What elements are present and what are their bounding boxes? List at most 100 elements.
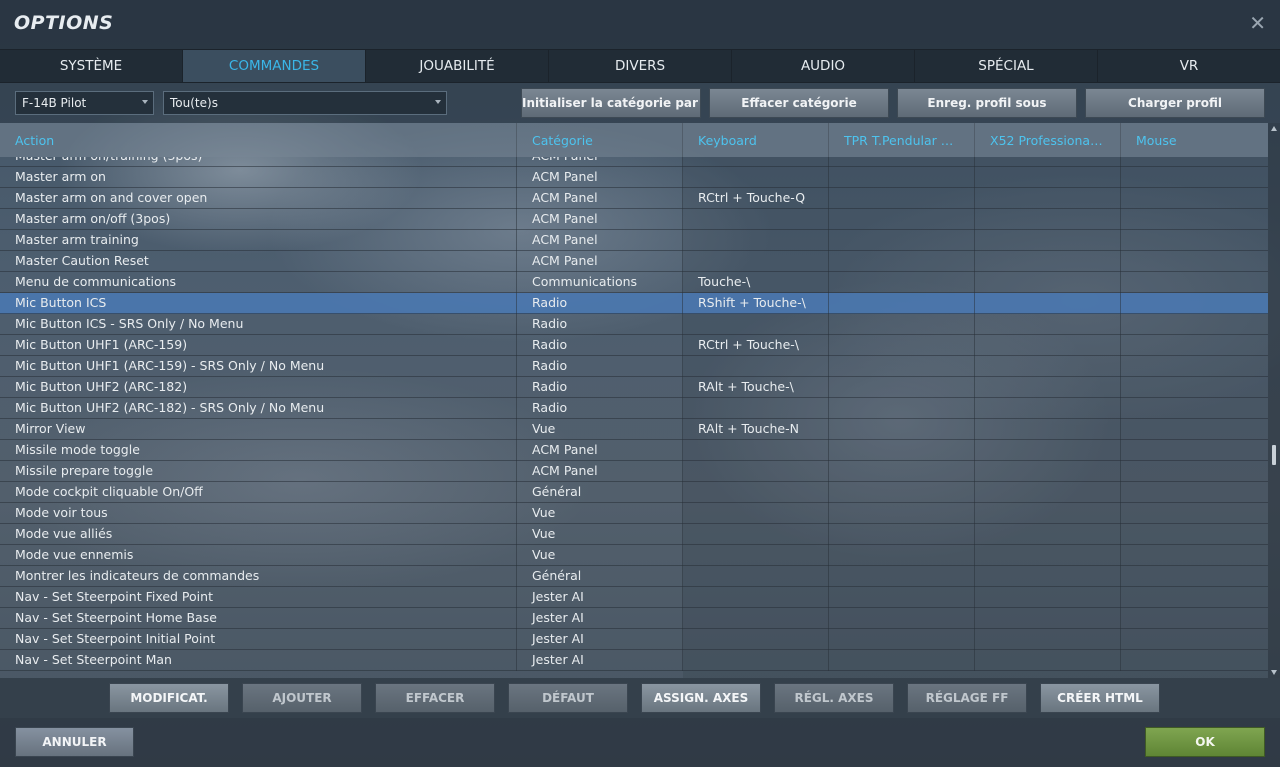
- rudder-cell[interactable]: [829, 356, 975, 377]
- table-row[interactable]: Mic Button UHF1 (ARC-159) Radio RCtrl + To…: [0, 335, 1268, 356]
- column-header-category[interactable]: Catégorie: [517, 123, 683, 157]
- rudder-cell[interactable]: [829, 440, 975, 461]
- category-cell[interactable]: ACM Panel: [517, 188, 683, 209]
- rudder-cell[interactable]: [829, 545, 975, 566]
- tab-audio[interactable]: AUDIO: [732, 50, 915, 82]
- action-cell[interactable]: Nav - Set Steerpoint Fixed Point: [0, 587, 517, 608]
- table-row[interactable]: Mode voir tous Vue: [0, 503, 1268, 524]
- rudder-cell[interactable]: [829, 335, 975, 356]
- action-cell[interactable]: Missile mode toggle: [0, 440, 517, 461]
- x52-cell[interactable]: [975, 566, 1121, 587]
- action-cell[interactable]: Master arm on/off (3pos): [0, 209, 517, 230]
- category-cell[interactable]: Radio: [517, 398, 683, 419]
- rudder-cell[interactable]: [829, 272, 975, 293]
- x52-cell[interactable]: [975, 251, 1121, 272]
- close-icon[interactable]: ✕: [1249, 12, 1266, 34]
- mouse-cell[interactable]: [1121, 377, 1268, 398]
- action-cell[interactable]: Mic Button UHF2 (ARC-182) - SRS Only / N…: [0, 398, 517, 419]
- mouse-cell[interactable]: [1121, 524, 1268, 545]
- table-row[interactable]: Mode vue ennemis Vue: [0, 545, 1268, 566]
- mouse-cell[interactable]: [1121, 356, 1268, 377]
- keyboard-cell[interactable]: RAlt + Touche-N: [683, 419, 829, 440]
- axis-tune-button[interactable]: RÉGL. AXES: [774, 683, 894, 713]
- tab-jouabilite[interactable]: JOUABILITÉ: [366, 50, 549, 82]
- category-cell[interactable]: ACM Panel: [517, 251, 683, 272]
- action-cell[interactable]: Master arm on/training (3pos): [0, 157, 517, 167]
- scroll-thumb[interactable]: [1272, 445, 1276, 465]
- keyboard-cell[interactable]: [683, 230, 829, 251]
- category-cell[interactable]: Général: [517, 482, 683, 503]
- rudder-cell[interactable]: [829, 629, 975, 650]
- modify-button[interactable]: MODIFICAT.: [109, 683, 229, 713]
- category-select[interactable]: Tou(te)s: [163, 91, 447, 115]
- keyboard-cell[interactable]: RCtrl + Touche-Q: [683, 188, 829, 209]
- keyboard-cell[interactable]: [683, 545, 829, 566]
- mouse-cell[interactable]: [1121, 566, 1268, 587]
- column-header-x52[interactable]: X52 Professional H....: [975, 123, 1121, 157]
- category-cell[interactable]: Jester AI: [517, 587, 683, 608]
- category-cell[interactable]: Radio: [517, 314, 683, 335]
- keyboard-cell[interactable]: [683, 461, 829, 482]
- action-cell[interactable]: Mode vue ennemis: [0, 545, 517, 566]
- action-cell[interactable]: Mic Button ICS - SRS Only / No Menu: [0, 314, 517, 335]
- mouse-cell[interactable]: [1121, 209, 1268, 230]
- x52-cell[interactable]: [975, 377, 1121, 398]
- keyboard-cell[interactable]: [683, 398, 829, 419]
- rudder-cell[interactable]: [829, 587, 975, 608]
- action-cell[interactable]: Nav - Set Steerpoint Man: [0, 650, 517, 671]
- mouse-cell[interactable]: [1121, 188, 1268, 209]
- mouse-cell[interactable]: [1121, 157, 1268, 167]
- column-header-rudder[interactable]: TPR T.Pendular Rudd...: [829, 123, 975, 157]
- x52-cell[interactable]: [975, 482, 1121, 503]
- x52-cell[interactable]: [975, 524, 1121, 545]
- rudder-cell[interactable]: [829, 524, 975, 545]
- action-cell[interactable]: Mic Button UHF1 (ARC-159): [0, 335, 517, 356]
- action-cell[interactable]: Nav - Set Steerpoint Initial Point: [0, 629, 517, 650]
- keyboard-cell[interactable]: Touche-\: [683, 272, 829, 293]
- add-button[interactable]: AJOUTER: [242, 683, 362, 713]
- tab-systeme[interactable]: SYSTÈME: [0, 50, 183, 82]
- cancel-button[interactable]: ANNULER: [15, 727, 134, 757]
- table-row[interactable]: Nav - Set Steerpoint Fixed Point Jester A…: [0, 587, 1268, 608]
- x52-cell[interactable]: [975, 419, 1121, 440]
- action-cell[interactable]: Missile prepare toggle: [0, 461, 517, 482]
- keyboard-cell[interactable]: [683, 587, 829, 608]
- keyboard-cell[interactable]: [683, 566, 829, 587]
- x52-cell[interactable]: [975, 629, 1121, 650]
- category-cell[interactable]: Jester AI: [517, 650, 683, 671]
- table-row[interactable]: Montrer les indicateurs de commandes Géné…: [0, 566, 1268, 587]
- x52-cell[interactable]: [975, 272, 1121, 293]
- tab-commandes[interactable]: COMMANDES: [183, 50, 366, 82]
- clear-button[interactable]: EFFACER: [375, 683, 495, 713]
- x52-cell[interactable]: [975, 440, 1121, 461]
- category-cell[interactable]: Jester AI: [517, 629, 683, 650]
- table-row[interactable]: Menu de communications Communications Touc…: [0, 272, 1268, 293]
- reset-category-button[interactable]: Initialiser la catégorie par défaut: [521, 88, 701, 118]
- category-cell[interactable]: Vue: [517, 503, 683, 524]
- table-row[interactable]: Mic Button ICS - SRS Only / No Menu Radio: [0, 314, 1268, 335]
- mouse-cell[interactable]: [1121, 314, 1268, 335]
- action-cell[interactable]: Master arm on: [0, 167, 517, 188]
- category-cell[interactable]: ACM Panel: [517, 461, 683, 482]
- clear-category-button[interactable]: Effacer catégorie: [709, 88, 889, 118]
- mouse-cell[interactable]: [1121, 167, 1268, 188]
- x52-cell[interactable]: [975, 167, 1121, 188]
- scroll-up-icon[interactable]: [1271, 126, 1277, 131]
- rudder-cell[interactable]: [829, 419, 975, 440]
- mouse-cell[interactable]: [1121, 461, 1268, 482]
- x52-cell[interactable]: [975, 356, 1121, 377]
- rudder-cell[interactable]: [829, 482, 975, 503]
- mouse-cell[interactable]: [1121, 650, 1268, 671]
- rudder-cell[interactable]: [829, 314, 975, 335]
- make-html-button[interactable]: CRÉER HTML: [1040, 683, 1160, 713]
- rudder-cell[interactable]: [829, 566, 975, 587]
- rudder-cell[interactable]: [829, 608, 975, 629]
- action-cell[interactable]: Mic Button UHF2 (ARC-182): [0, 377, 517, 398]
- ok-button[interactable]: OK: [1145, 727, 1265, 757]
- tab-special[interactable]: SPÉCIAL: [915, 50, 1098, 82]
- table-row[interactable]: Master Caution Reset ACM Panel: [0, 251, 1268, 272]
- rudder-cell[interactable]: [829, 461, 975, 482]
- mouse-cell[interactable]: [1121, 419, 1268, 440]
- keyboard-cell[interactable]: [683, 314, 829, 335]
- table-row[interactable]: Mode cockpit cliquable On/Off Général: [0, 482, 1268, 503]
